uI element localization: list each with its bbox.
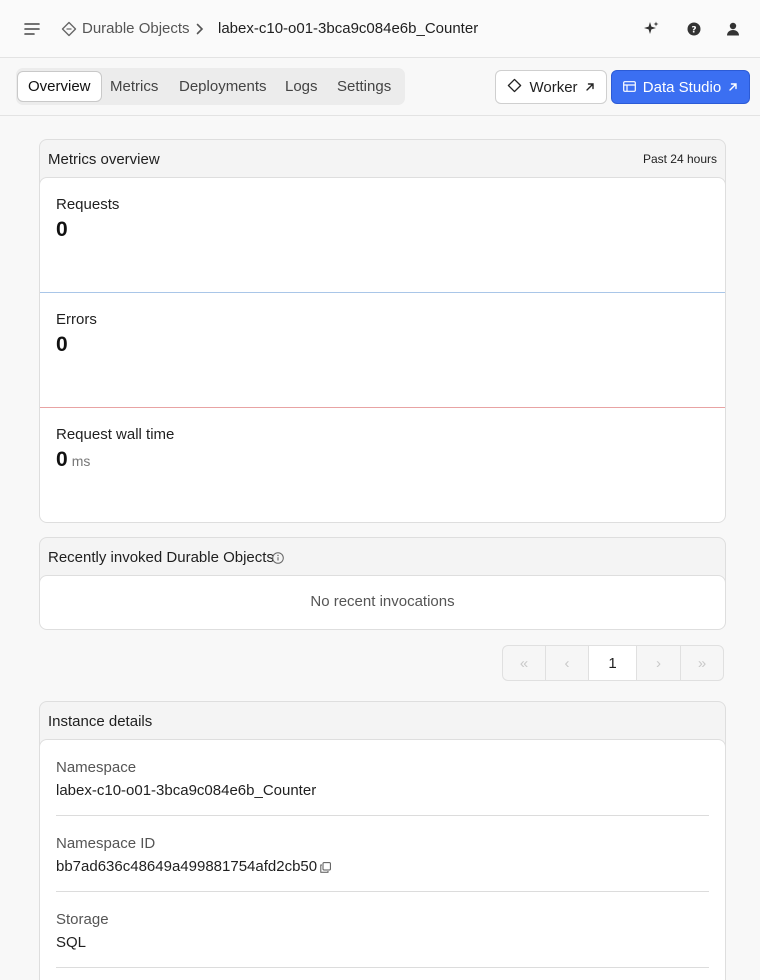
tab-metrics[interactable]: Metrics xyxy=(110,71,158,102)
double-chevron-left-icon: « xyxy=(519,654,529,672)
breadcrumb-current: labex-c10-o01-3bca9c084e6b_Counter xyxy=(218,20,479,37)
external-link-icon xyxy=(585,79,595,96)
instance-details-title: Instance details xyxy=(48,713,153,730)
recent-invocations-body: No recent invocations xyxy=(39,575,726,630)
time-range-label: Past 24 hours xyxy=(642,152,717,166)
metric-label: Errors xyxy=(56,311,97,328)
first-page-button[interactable]: « xyxy=(503,646,546,680)
worker-button-label: Worker xyxy=(529,78,578,96)
tab-settings[interactable]: Settings xyxy=(337,71,391,102)
instance-details-panel: Instance details Namespace labex-c10-o01… xyxy=(39,701,726,980)
worker-button[interactable]: Worker xyxy=(495,70,607,104)
tab-deployments[interactable]: Deployments xyxy=(179,71,267,102)
page-number-button[interactable]: 1 xyxy=(589,646,637,680)
top-bar: Durable Objects labex-c10-o01-3bca9c084e… xyxy=(0,0,760,58)
metric-value: 0 ms xyxy=(56,448,91,471)
divider xyxy=(56,967,709,968)
metric-request-wall-time[interactable]: Request wall time 0 ms xyxy=(40,408,725,522)
header-divider xyxy=(0,115,760,116)
chevron-right-icon xyxy=(196,19,208,39)
data-studio-button[interactable]: Data Studio xyxy=(611,70,750,104)
namespace-label: Namespace xyxy=(56,759,137,776)
worker-icon xyxy=(507,78,522,97)
menu-icon[interactable] xyxy=(20,17,44,41)
external-link-icon xyxy=(728,79,738,96)
metrics-overview-panel: Metrics overview Past 24 hours Requests … xyxy=(39,139,726,523)
next-page-button[interactable]: › xyxy=(637,646,681,680)
metrics-cards: Requests 0 Errors 0 Request wall time 0m… xyxy=(39,177,726,523)
user-icon[interactable] xyxy=(721,17,745,41)
storage-value: SQL xyxy=(56,934,87,951)
chevron-left-icon: ‹ xyxy=(564,654,570,672)
recent-invocations-title: Recently invoked Durable Objects xyxy=(48,549,274,566)
last-page-button[interactable]: » xyxy=(681,646,723,680)
namespace-id-value: bb7ad636c48649a499881754afd2cb50 xyxy=(56,858,318,875)
copy-icon[interactable] xyxy=(320,860,331,878)
empty-state-text: No recent invocations xyxy=(310,593,455,610)
tab-bar: Overview Metrics Deployments Logs Settin… xyxy=(16,68,405,105)
durable-objects-icon xyxy=(61,21,77,37)
metric-unit: ms xyxy=(71,453,91,469)
table-icon xyxy=(622,79,636,96)
metric-label: Request wall time xyxy=(56,426,175,443)
pagination: « ‹ 1 › » xyxy=(502,645,724,681)
prev-page-button[interactable]: ‹ xyxy=(546,646,589,680)
metric-requests[interactable]: Requests 0 xyxy=(40,178,725,293)
data-studio-label: Data Studio xyxy=(642,78,722,96)
recent-invocations-panel: Recently invoked Durable Objects No rece… xyxy=(39,537,726,630)
svg-text:?: ? xyxy=(691,25,696,35)
metrics-overview-title: Metrics overview xyxy=(48,151,160,168)
chevron-right-icon: › xyxy=(656,654,661,672)
breadcrumb-durable-objects[interactable]: Durable Objects xyxy=(82,19,190,39)
instance-details-body: Namespace labex-c10-o01-3bca9c084e6b_Cou… xyxy=(39,739,726,980)
metric-value: 0 xyxy=(56,218,68,241)
namespace-value: labex-c10-o01-3bca9c084e6b_Counter xyxy=(56,782,317,799)
tab-overview[interactable]: Overview xyxy=(17,71,102,102)
metric-errors[interactable]: Errors 0 xyxy=(40,293,725,408)
help-icon[interactable]: ? xyxy=(682,17,706,41)
metric-label: Requests xyxy=(56,196,120,213)
namespace-id-label: Namespace ID xyxy=(56,835,156,852)
tab-logs[interactable]: Logs xyxy=(285,71,318,102)
info-icon[interactable] xyxy=(272,551,284,569)
sparkle-icon[interactable] xyxy=(639,17,663,41)
divider xyxy=(56,815,709,816)
storage-label: Storage xyxy=(56,911,109,928)
double-chevron-right-icon: » xyxy=(697,654,707,672)
divider xyxy=(56,891,709,892)
metric-value: 0 xyxy=(56,333,68,356)
